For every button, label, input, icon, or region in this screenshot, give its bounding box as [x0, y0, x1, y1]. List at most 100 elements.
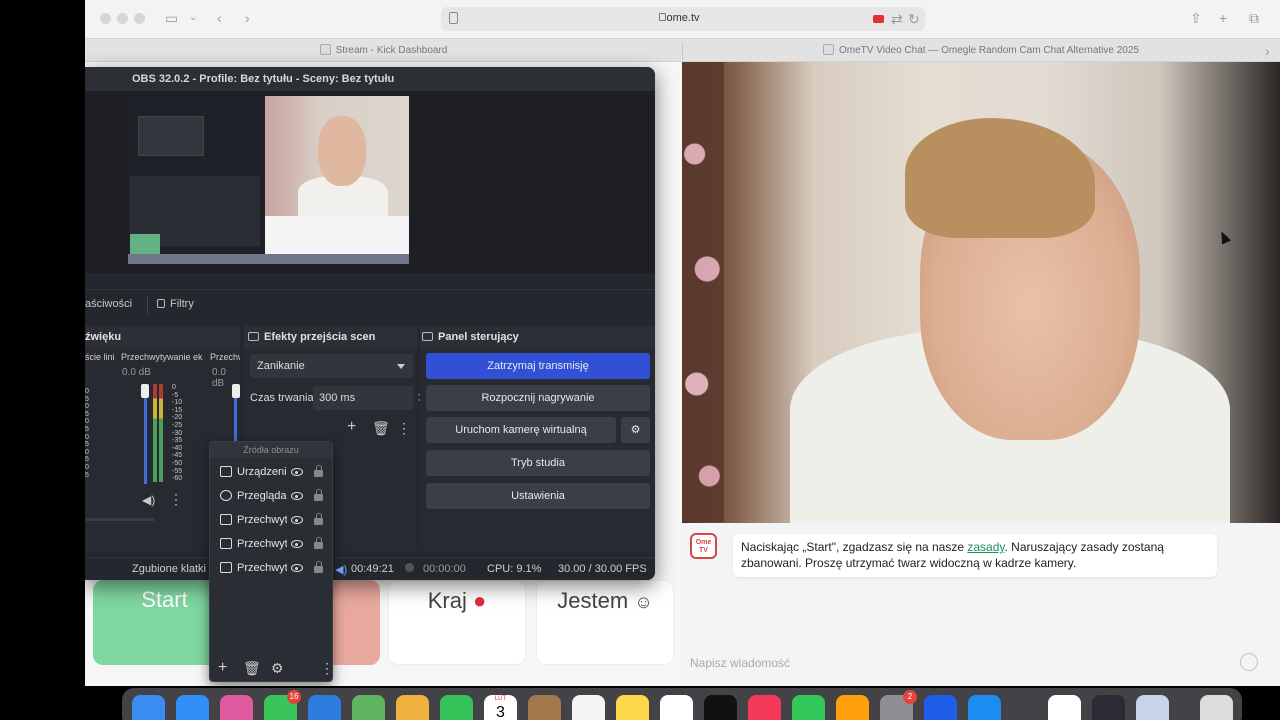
- source-item[interactable]: Przechwytywanie: [210, 556, 334, 580]
- volume-slider-knob[interactable]: [232, 384, 240, 398]
- trash-icon[interactable]: 🗑: [372, 421, 390, 435]
- speaker-icon[interactable]: ◀): [142, 493, 155, 507]
- numbers-icon[interactable]: [792, 695, 825, 720]
- mail-icon[interactable]: [308, 695, 341, 720]
- visibility-eye-icon[interactable]: [291, 492, 303, 500]
- system-settings-icon[interactable]: 2: [880, 690, 917, 720]
- obs-preview[interactable]: [128, 96, 409, 264]
- url-text: ome.tv: [666, 12, 700, 24]
- studio-mode-button[interactable]: Tryb studia: [426, 450, 650, 476]
- properties-button[interactable]: aściwości: [85, 298, 132, 310]
- calendar-icon[interactable]: LUT 3: [484, 695, 517, 720]
- volume-slider-track[interactable]: [144, 384, 147, 484]
- reminders-icon[interactable]: [572, 695, 605, 720]
- app-store-icon[interactable]: [968, 695, 1001, 720]
- mixer-channel-label: Przechw: [210, 352, 240, 362]
- ometv-logo: Ome TV: [690, 533, 717, 559]
- add-source-icon[interactable]: +: [218, 660, 227, 676]
- chat-input[interactable]: Napisz wiadomość: [690, 656, 790, 670]
- left-scale: 050505050505: [85, 388, 89, 479]
- divider: [147, 296, 148, 314]
- tab-kick-dashboard[interactable]: Stream - Kick Dashboard: [85, 39, 682, 63]
- chevron-down-icon[interactable]: ⌄: [189, 10, 197, 26]
- more-icon[interactable]: ⋮: [320, 661, 334, 675]
- macos-dock: 16 LUT 3 2: [122, 688, 1242, 720]
- gear-icon[interactable]: ⚙: [621, 417, 650, 443]
- source-item[interactable]: Przechwytywanie: [210, 508, 334, 532]
- mixer-scrollbar[interactable]: [85, 518, 155, 521]
- close-window-button[interactable]: [100, 13, 111, 24]
- new-tab-icon[interactable]: +: [1219, 10, 1227, 26]
- more-icon[interactable]: ⋮: [169, 492, 183, 506]
- sidebar-icon[interactable]: ▭: [165, 10, 178, 26]
- country-button[interactable]: Kraj ●: [388, 580, 526, 665]
- tab-ometv[interactable]: OmeTV Video Chat — Omegle Random Cam Cha…: [682, 39, 1280, 63]
- freeform-icon[interactable]: [660, 695, 693, 720]
- desktop: ▭ ⌄ ‹ › ome.tv ⇄ ↻ ⇪ + ⧉ Stream - Kick D…: [0, 0, 1280, 720]
- rules-link[interactable]: zasady: [967, 540, 1004, 554]
- chrome-icon[interactable]: [1048, 695, 1081, 720]
- obs-preview-area: [85, 91, 655, 300]
- launchpad-icon[interactable]: [220, 695, 253, 720]
- virtual-camera-button[interactable]: Uruchom kamerę wirtualną: [426, 417, 616, 443]
- source-item[interactable]: Urządzenie: [210, 460, 334, 484]
- visibility-eye-icon[interactable]: [291, 516, 303, 524]
- finder-icon[interactable]: [132, 695, 165, 720]
- start-recording-button[interactable]: Rozpocznij nagrywanie: [426, 385, 650, 411]
- lock-icon[interactable]: [314, 465, 323, 477]
- apple-tv-icon[interactable]: [704, 695, 737, 720]
- emoji-icon[interactable]: [1240, 653, 1258, 671]
- gender-button[interactable]: Jestem ☺: [536, 580, 674, 665]
- transition-select[interactable]: Zanikanie: [250, 354, 413, 378]
- tab-overview-icon[interactable]: ⧉: [1249, 10, 1259, 26]
- visibility-eye-icon[interactable]: [291, 540, 303, 548]
- lock-icon[interactable]: [314, 489, 323, 501]
- maps-icon[interactable]: [352, 695, 385, 720]
- camera-in-use-icon[interactable]: [873, 15, 884, 23]
- obs-icon[interactable]: [1092, 695, 1125, 720]
- safari-icon[interactable]: [176, 695, 209, 720]
- preview-app-icon[interactable]: [1136, 695, 1169, 720]
- chevron-down-icon: [397, 364, 405, 369]
- notes-icon[interactable]: [616, 695, 649, 720]
- source-item[interactable]: Przechwytywanie: [210, 532, 334, 556]
- trash-icon[interactable]: 🗑: [243, 661, 261, 675]
- messages-icon[interactable]: 16: [264, 690, 301, 720]
- source-item[interactable]: Przeglądarka: [210, 484, 334, 508]
- facetime-icon[interactable]: [440, 695, 473, 720]
- pages-icon[interactable]: [836, 695, 869, 720]
- back-icon[interactable]: ‹: [217, 10, 222, 26]
- address-bar[interactable]: ome.tv ⇄ ↻: [441, 7, 925, 31]
- volume-slider-knob[interactable]: [141, 384, 149, 398]
- add-transition-icon[interactable]: +: [347, 419, 356, 435]
- settings-button[interactable]: Ustawienia: [426, 483, 650, 509]
- preview-chat: [265, 216, 409, 254]
- sources-title: Źródła obrazu: [210, 442, 332, 458]
- share-icon[interactable]: ⇪: [1190, 10, 1202, 26]
- stop-streaming-button[interactable]: Zatrzymaj transmisję: [426, 353, 650, 379]
- visibility-eye-icon[interactable]: [291, 564, 303, 572]
- lock-icon[interactable]: [314, 561, 323, 573]
- music-icon[interactable]: [748, 695, 781, 720]
- more-icon[interactable]: ⋮: [397, 421, 411, 435]
- translate-icon[interactable]: ⇄: [891, 11, 903, 27]
- trash-bin-icon[interactable]: [1200, 695, 1233, 720]
- lock-icon[interactable]: [314, 513, 323, 525]
- duration-spinbox[interactable]: 300 ms︿﹀: [313, 386, 427, 410]
- gear-icon[interactable]: ⚙: [271, 661, 284, 675]
- obs-title: OBS 32.0.2 - Profile: Bez tytułu - Sceny…: [85, 67, 655, 91]
- reload-icon[interactable]: ↻: [908, 11, 920, 27]
- filters-button[interactable]: Filtry: [157, 298, 194, 310]
- notes-app-icon[interactable]: [528, 695, 561, 720]
- forward-icon[interactable]: ›: [245, 10, 250, 26]
- minimize-window-button[interactable]: [117, 13, 128, 24]
- roblox-icon[interactable]: [924, 695, 957, 720]
- tab-label: OmeTV Video Chat — Omegle Random Cam Cha…: [839, 45, 1139, 56]
- lock-icon[interactable]: [314, 537, 323, 549]
- photos-icon[interactable]: [396, 695, 429, 720]
- visibility-eye-icon[interactable]: [291, 468, 303, 476]
- duration-label: Czas trwania: [250, 392, 314, 404]
- zoom-window-button[interactable]: [134, 13, 145, 24]
- tab-menu-icon[interactable]: ›: [1265, 43, 1270, 59]
- page-bottom: [85, 665, 682, 686]
